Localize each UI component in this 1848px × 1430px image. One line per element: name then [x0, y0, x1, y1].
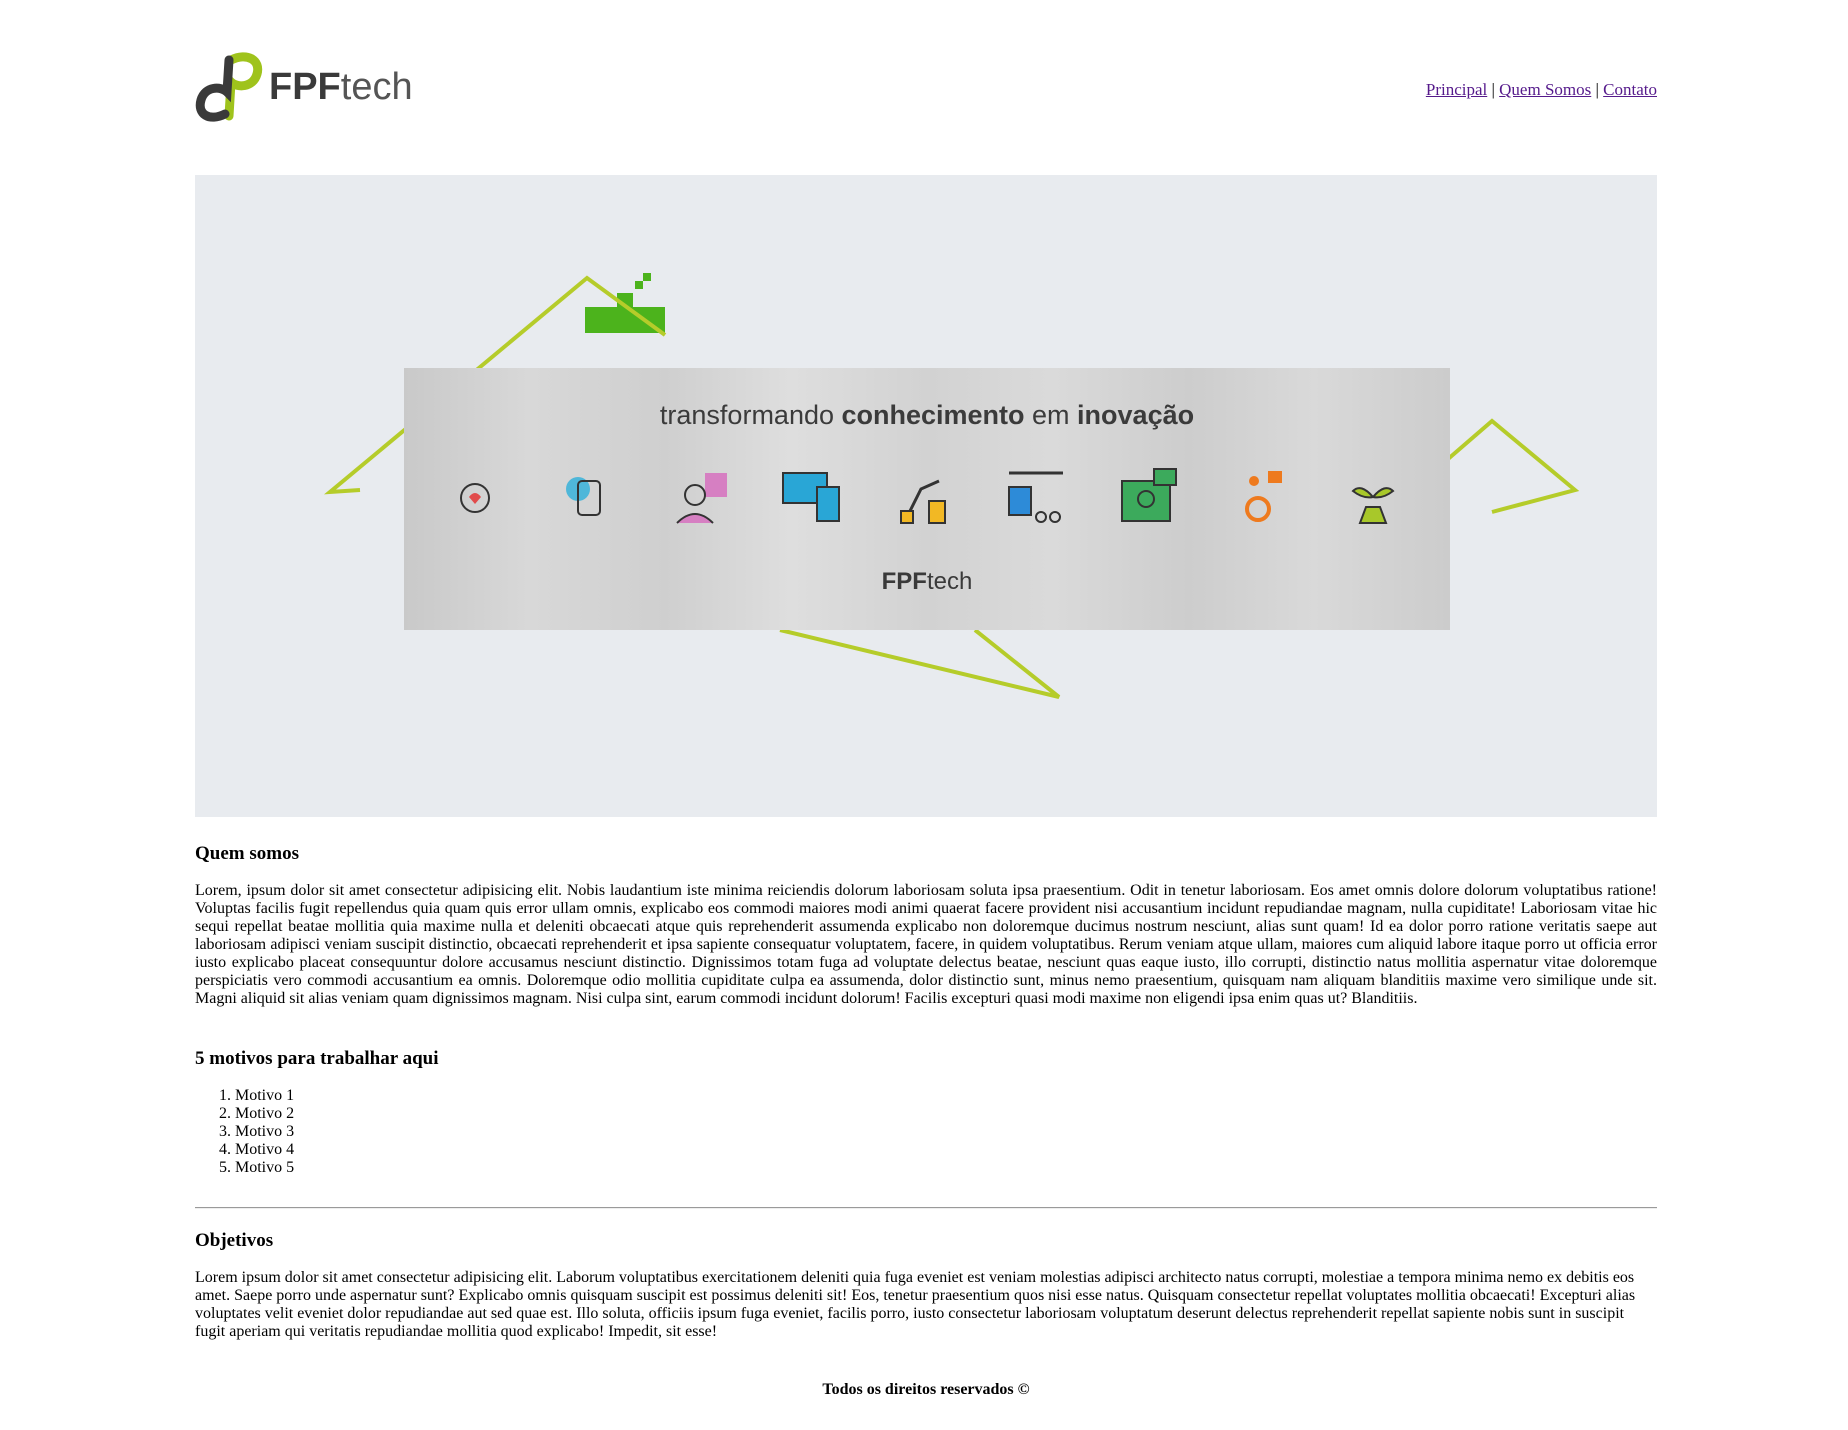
about-text: Lorem, ipsum dolor sit amet consectetur … [195, 882, 1657, 1007]
tagline-bold: inovação [1077, 400, 1195, 430]
accessibility-icon [1230, 467, 1292, 529]
online-education-icon [1118, 467, 1180, 529]
smartwatch-icon [556, 467, 618, 529]
factory-line-icon [1005, 467, 1067, 529]
hero-banner: transformando conhecimento em inovação F… [195, 175, 1657, 817]
banner-logo: FPFtech [404, 568, 1450, 596]
banner-logo-bold: FPF [881, 568, 927, 595]
site-header: FPFtech Principal | Quem Somos | Contato [195, 0, 1657, 175]
plant-flask-icon [1342, 467, 1404, 529]
tagline-part: transformando [659, 400, 842, 430]
nav-link-principal[interactable]: Principal [1426, 80, 1487, 99]
list-item: Motivo 4 [235, 1141, 294, 1159]
handshake-heart-icon [444, 467, 506, 529]
section-divider [195, 1207, 1657, 1209]
logo-mark-icon [195, 52, 263, 122]
nav-separator: | [1491, 80, 1495, 99]
list-item: Motivo 2 [235, 1105, 294, 1123]
devices-icon [781, 467, 843, 529]
reasons-list: Motivo 1 Motivo 2 Motivo 3 Motivo 4 Moti… [195, 1087, 294, 1177]
company-logo[interactable]: FPFtech [195, 52, 413, 122]
bottom-triangle-shape [779, 628, 1061, 699]
tagline-bold: conhecimento [841, 400, 1025, 430]
banner-logo-light: tech [926, 568, 973, 595]
nav-link-contato[interactable]: Contato [1603, 80, 1657, 99]
list-item: Motivo 1 [235, 1087, 294, 1105]
list-item: Motivo 5 [235, 1159, 294, 1177]
doctor-icon [669, 467, 731, 529]
nav-link-quem-somos[interactable]: Quem Somos [1499, 80, 1591, 99]
logo-wordmark: FPFtech [269, 66, 413, 109]
robot-arm-icon [893, 467, 955, 529]
goals-title: Objetivos [195, 1230, 274, 1251]
main-nav: Principal | Quem Somos | Contato [1426, 80, 1657, 100]
logo-bold-text: FPF [269, 66, 341, 108]
banner-tagline: transformando conhecimento em inovação [404, 400, 1450, 431]
site-footer: Todos os direitos reservados © [822, 1381, 1030, 1398]
banner-icon-row [444, 463, 1404, 533]
list-item: Motivo 3 [235, 1123, 294, 1141]
page-container: FPFtech Principal | Quem Somos | Contato… [195, 0, 1657, 1398]
reasons-title: 5 motivos para trabalhar aqui [195, 1048, 439, 1069]
tagline-part: em [1024, 400, 1078, 430]
goals-text: Lorem ipsum dolor sit amet consectetur a… [195, 1269, 1636, 1340]
banner-photo-strip: transformando conhecimento em inovação F… [404, 368, 1450, 630]
about-title: Quem somos [195, 843, 299, 864]
nav-separator: | [1595, 80, 1599, 99]
logo-light-text: tech [340, 66, 413, 108]
